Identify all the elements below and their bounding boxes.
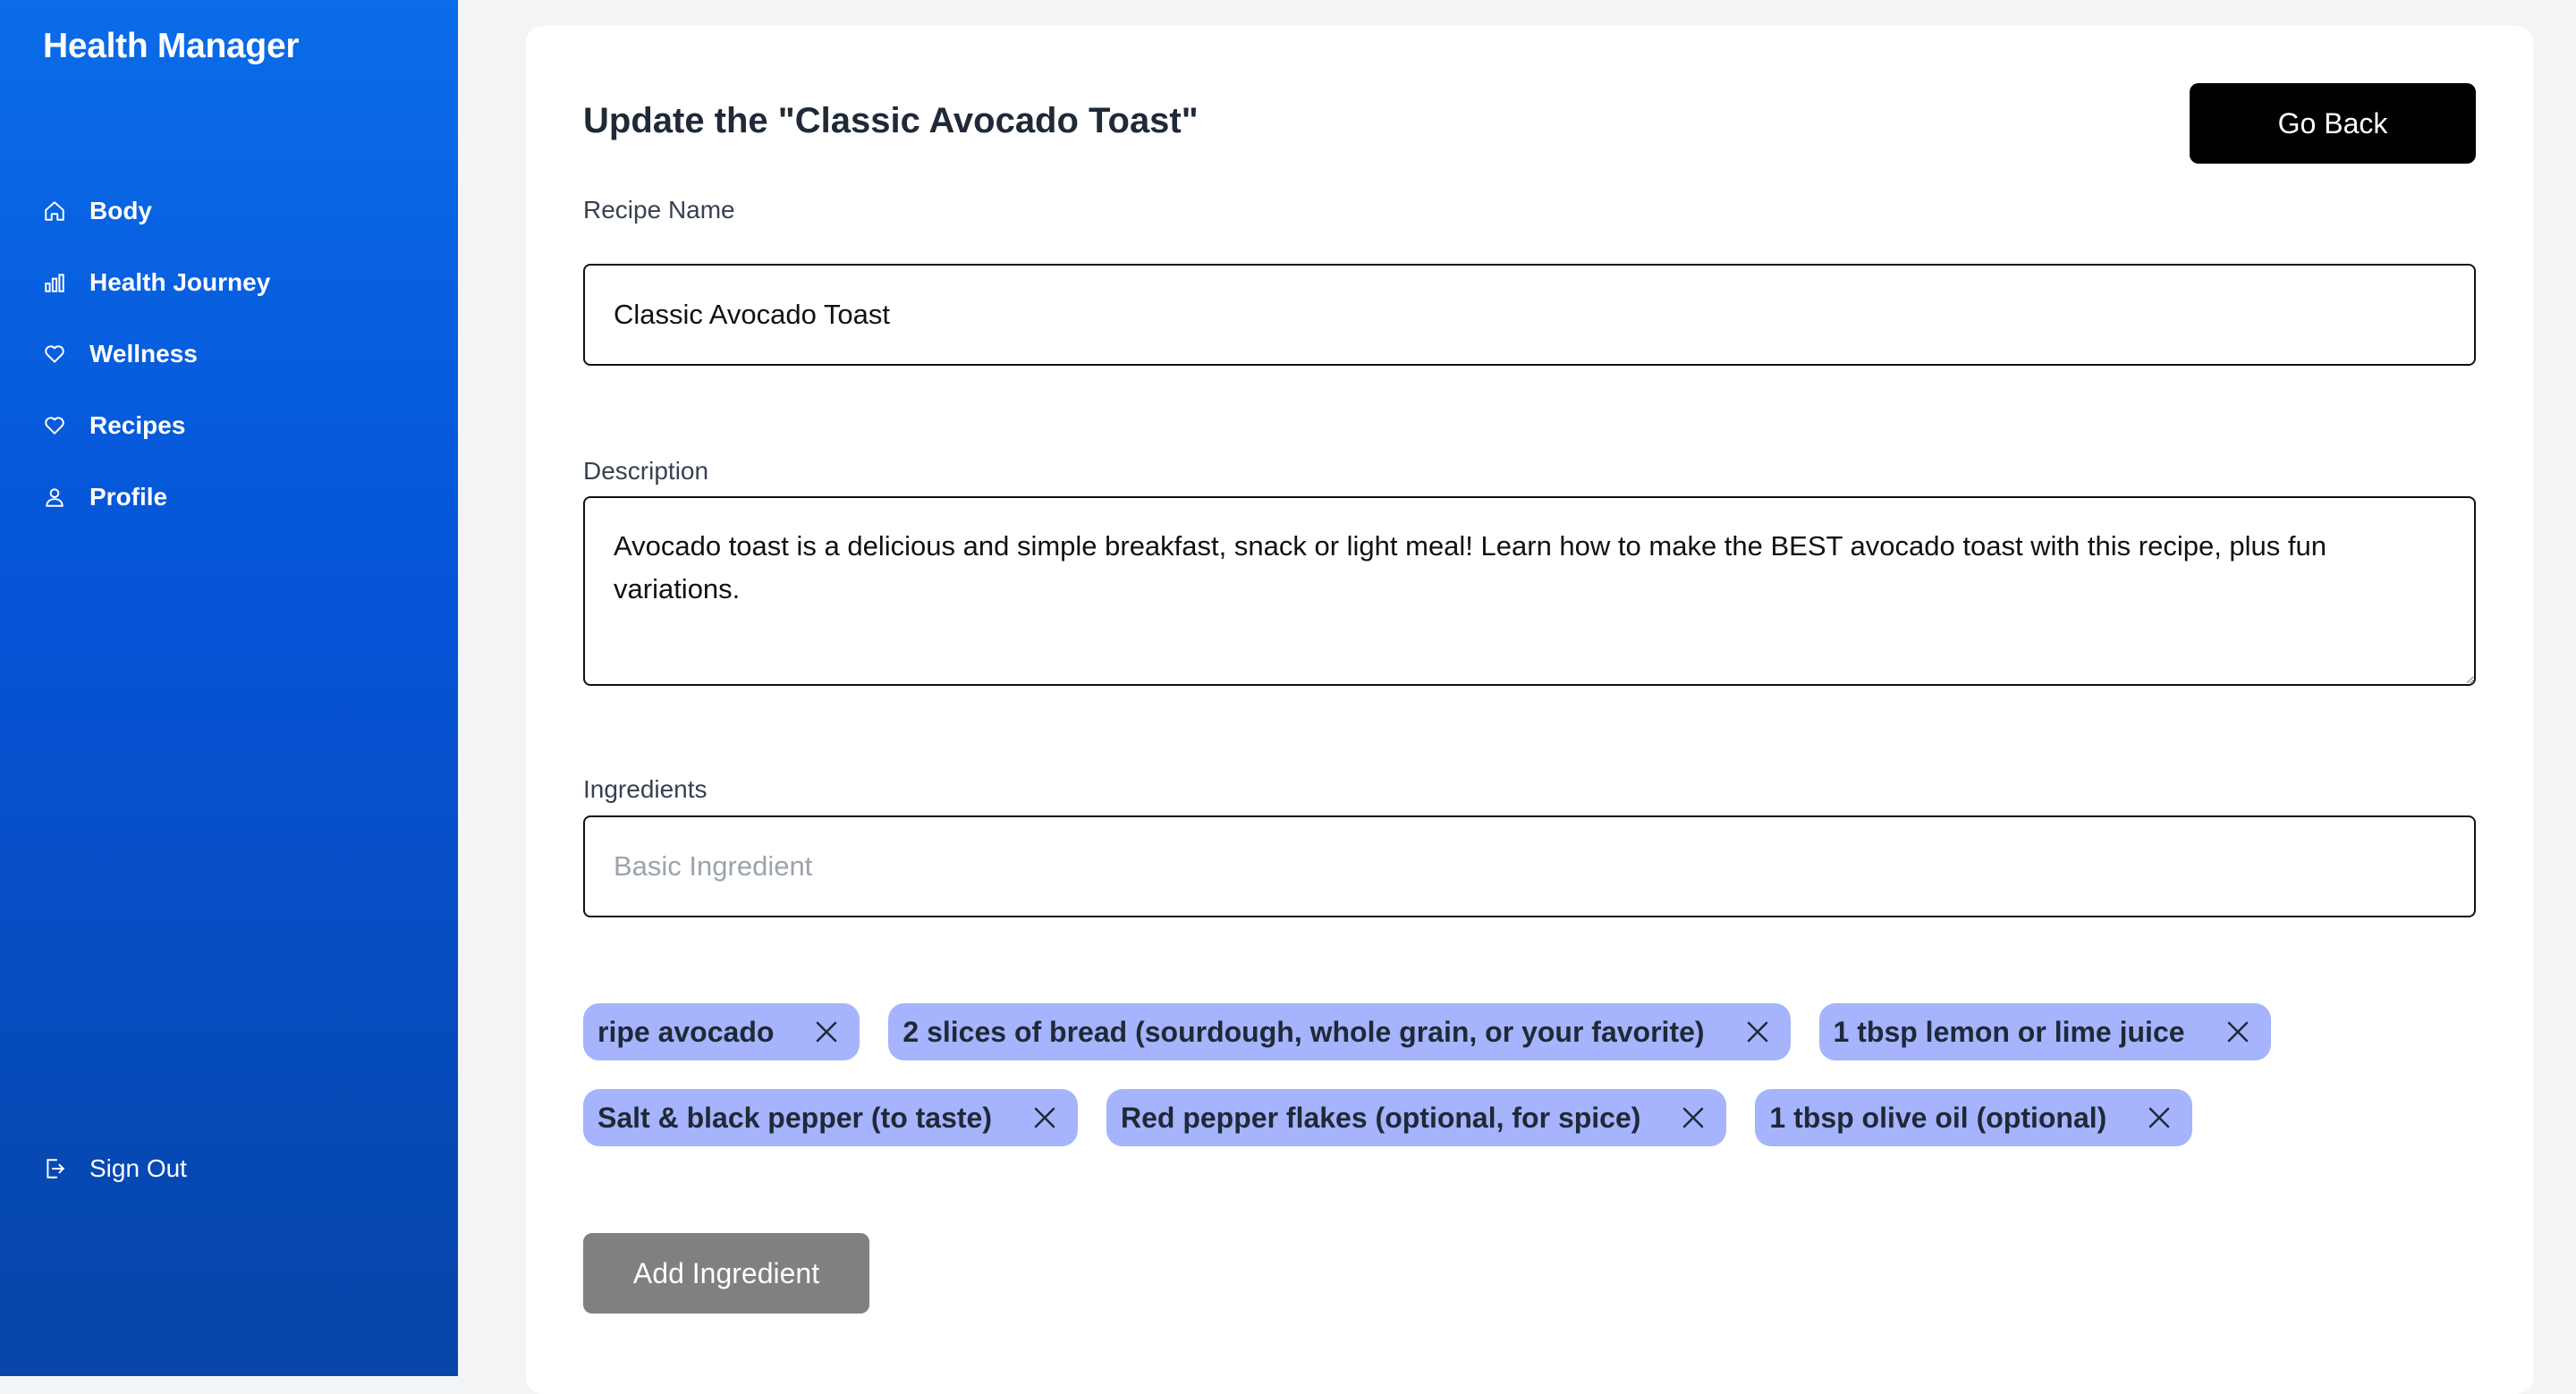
close-icon[interactable]: [1031, 1104, 1058, 1131]
recipe-name-input[interactable]: [583, 264, 2476, 366]
ingredient-chip-label: Red pepper flakes (optional, for spice): [1120, 1101, 1641, 1134]
home-icon: [43, 199, 66, 223]
edit-recipe-card: Update the "Classic Avocado Toast" Go Ba…: [526, 26, 2533, 1394]
add-ingredient-button[interactable]: Add Ingredient: [583, 1233, 869, 1314]
sidebar-item-label: Wellness: [89, 340, 198, 368]
user-icon: [43, 486, 66, 509]
heart-icon: [43, 342, 66, 366]
ingredient-chip-label: ripe avocado: [597, 1015, 775, 1048]
sign-out-label: Sign Out: [89, 1154, 187, 1182]
close-icon[interactable]: [813, 1018, 840, 1045]
description-textarea[interactable]: Avocado toast is a delicious and simple …: [583, 496, 2476, 686]
ingredient-chip: Salt & black pepper (to taste): [583, 1089, 1078, 1146]
sidebar-item-profile[interactable]: Profile: [43, 476, 270, 519]
go-back-button[interactable]: Go Back: [2190, 83, 2476, 164]
heart-icon: [43, 414, 66, 437]
sidebar: Health Manager Body Health Journey Welln…: [0, 0, 458, 1376]
close-icon[interactable]: [2224, 1018, 2251, 1045]
sidebar-item-health-journey[interactable]: Health Journey: [43, 261, 270, 304]
ingredient-chip-label: 2 slices of bread (sourdough, whole grai…: [902, 1015, 1705, 1048]
ingredient-chip-label: Salt & black pepper (to taste): [597, 1101, 992, 1134]
chip-row: Salt & black pepper (to taste) Red peppe…: [583, 1089, 2476, 1146]
sign-out-icon: [43, 1157, 66, 1180]
close-icon[interactable]: [1744, 1018, 1771, 1045]
description-label: Description: [583, 457, 709, 485]
chip-row: ripe avocado 2 slices of bread (sourdoug…: [583, 1003, 2476, 1060]
recipe-name-label: Recipe Name: [583, 196, 735, 224]
sidebar-item-label: Health Journey: [89, 268, 271, 296]
ingredient-chip: Red pepper flakes (optional, for spice): [1106, 1089, 1727, 1146]
close-icon[interactable]: [2146, 1104, 2173, 1131]
ingredient-chip: ripe avocado: [583, 1003, 860, 1060]
close-icon[interactable]: [1680, 1104, 1707, 1131]
ingredient-chip: 1 tbsp lemon or lime juice: [1818, 1003, 2271, 1060]
sidebar-item-body[interactable]: Body: [43, 190, 270, 232]
sidebar-item-label: Profile: [89, 483, 168, 511]
app-title: Health Manager: [43, 27, 300, 65]
ingredients-label: Ingredients: [583, 775, 708, 803]
sidebar-item-label: Recipes: [89, 411, 186, 439]
sidebar-nav: Body Health Journey Wellness Recipes Pro…: [43, 190, 270, 547]
ingredient-chip: 2 slices of bread (sourdough, whole grai…: [888, 1003, 1791, 1060]
ingredient-chip: 1 tbsp olive oil (optional): [1755, 1089, 2193, 1146]
sidebar-item-wellness[interactable]: Wellness: [43, 333, 270, 376]
ingredient-chip-label: 1 tbsp lemon or lime juice: [1833, 1015, 2185, 1048]
sign-out-button[interactable]: Sign Out: [43, 1147, 187, 1190]
page-title: Update the "Classic Avocado Toast": [583, 101, 1199, 140]
ingredient-chip-label: 1 tbsp olive oil (optional): [1769, 1101, 2107, 1134]
sidebar-item-recipes[interactable]: Recipes: [43, 404, 270, 447]
sidebar-item-label: Body: [89, 197, 152, 224]
bar-chart-icon: [43, 271, 66, 294]
ingredient-chip-list: ripe avocado 2 slices of bread (sourdoug…: [583, 1003, 2476, 1175]
ingredient-input[interactable]: [583, 815, 2476, 917]
